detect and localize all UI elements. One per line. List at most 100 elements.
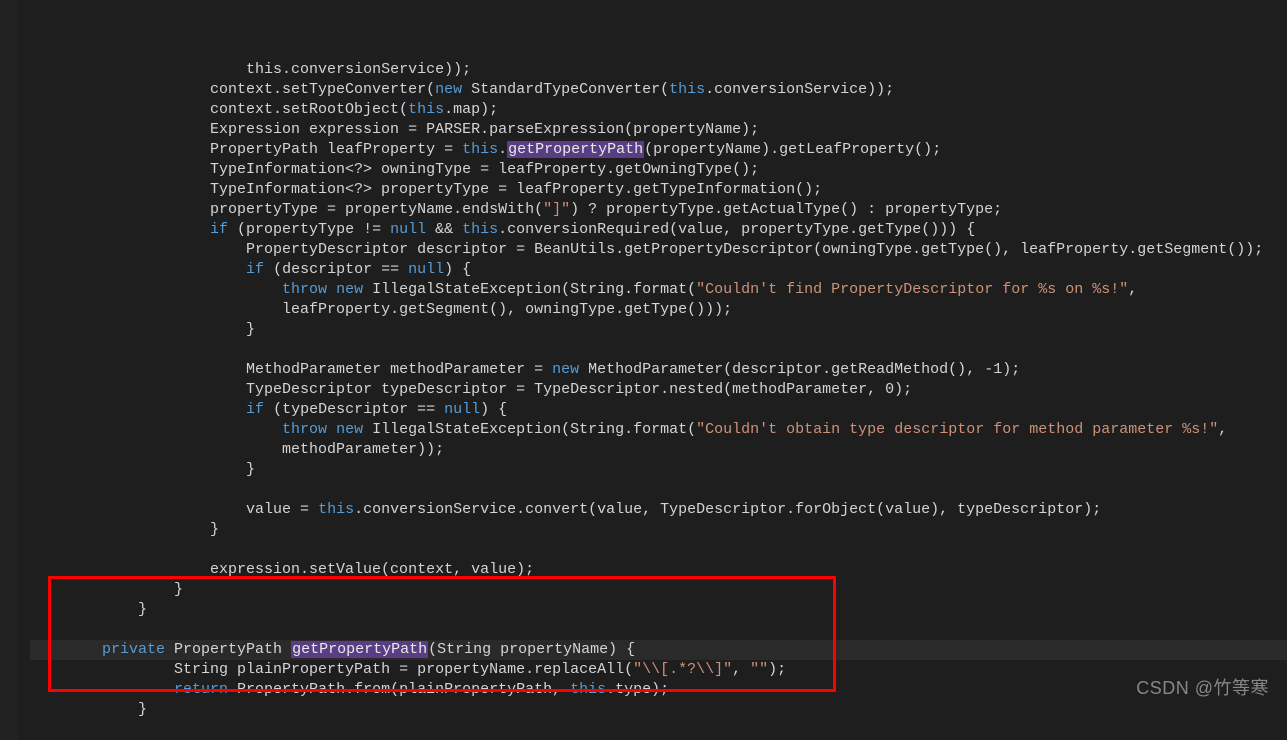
code-token: if — [246, 261, 264, 278]
code-line[interactable]: return PropertyPath.from(plainPropertyPa… — [30, 680, 1287, 700]
code-token: new — [336, 421, 363, 438]
code-token: this — [669, 81, 705, 98]
code-token: ); — [768, 661, 786, 678]
code-token: . — [498, 141, 507, 158]
code-token: IllegalStateException(String.format( — [363, 281, 696, 298]
code-line[interactable]: propertyType = propertyName.endsWith("]"… — [30, 200, 1287, 220]
code-token: IllegalStateException(String.format( — [363, 421, 696, 438]
code-token: (propertyName).getLeafProperty(); — [644, 141, 941, 158]
code-token: propertyType = propertyName.endsWith( — [210, 201, 543, 218]
code-line[interactable]: if (descriptor == null) { — [30, 260, 1287, 280]
code-token: "" — [750, 661, 768, 678]
code-token: } — [246, 461, 255, 478]
code-token: StandardTypeConverter( — [462, 81, 669, 98]
code-line[interactable]: PropertyPath leafProperty = this.getProp… — [30, 140, 1287, 160]
code-token: Expression expression = PARSER.parseExpr… — [210, 121, 759, 138]
code-token: MethodParameter methodParameter = — [246, 361, 552, 378]
code-line[interactable]: MethodParameter methodParameter = new Me… — [30, 360, 1287, 380]
code-line[interactable]: } — [30, 700, 1287, 720]
code-token: this — [318, 501, 354, 518]
code-token: private — [102, 641, 165, 658]
code-token: "]" — [543, 201, 570, 218]
code-line[interactable]: context.setRootObject(this.map); — [30, 100, 1287, 120]
code-token: } — [246, 321, 255, 338]
code-token — [327, 421, 336, 438]
code-line[interactable]: } — [30, 580, 1287, 600]
code-token: , — [1218, 421, 1227, 438]
code-line[interactable]: TypeInformation<?> propertyType = leafPr… — [30, 180, 1287, 200]
code-line[interactable]: throw new IllegalStateException(String.f… — [30, 280, 1287, 300]
code-token: null — [408, 261, 444, 278]
code-token: this — [408, 101, 444, 118]
code-token: this.conversionService)); — [246, 61, 471, 78]
code-line[interactable]: private PropertyPath getPropertyPath(Str… — [30, 640, 1287, 660]
code-line[interactable]: Expression expression = PARSER.parseExpr… — [30, 120, 1287, 140]
code-token: } — [138, 601, 147, 618]
code-line[interactable]: String plainPropertyPath = propertyName.… — [30, 660, 1287, 680]
code-token: ) { — [444, 261, 471, 278]
code-token: return — [174, 681, 228, 698]
code-line[interactable]: context.setTypeConverter(new StandardTyp… — [30, 80, 1287, 100]
code-line[interactable]: PropertyDescriptor descriptor = BeanUtil… — [30, 240, 1287, 260]
code-token: ) { — [480, 401, 507, 418]
code-line[interactable]: if (propertyType != null && this.convers… — [30, 220, 1287, 240]
code-token: expression.setValue(context, value); — [210, 561, 534, 578]
code-line[interactable]: } — [30, 460, 1287, 480]
code-line[interactable]: expression.setValue(context, value); — [30, 560, 1287, 580]
code-line[interactable] — [30, 340, 1287, 360]
code-line[interactable]: if (typeDescriptor == null) { — [30, 400, 1287, 420]
code-editor[interactable]: this.conversionService)); context.setTyp… — [0, 0, 1287, 740]
code-token: "\\[.*?\\]" — [633, 661, 732, 678]
code-token: getPropertyPath — [291, 641, 428, 658]
code-token: this — [462, 141, 498, 158]
code-token: this — [462, 221, 498, 238]
code-line[interactable] — [30, 480, 1287, 500]
code-token: } — [210, 521, 219, 538]
code-token: (propertyType != — [228, 221, 390, 238]
code-token: new — [552, 361, 579, 378]
code-line[interactable]: methodParameter)); — [30, 440, 1287, 460]
code-token: && — [426, 221, 462, 238]
code-line[interactable]: TypeDescriptor typeDescriptor = TypeDesc… — [30, 380, 1287, 400]
code-token: "Couldn't find PropertyDescriptor for %s… — [696, 281, 1128, 298]
code-line[interactable]: this.conversionService)); — [30, 60, 1287, 80]
code-token: , — [1128, 281, 1137, 298]
code-content[interactable]: this.conversionService)); context.setTyp… — [30, 60, 1287, 720]
code-token: TypeInformation<?> owningType = leafProp… — [210, 161, 759, 178]
editor-gutter — [0, 0, 18, 740]
code-token: "Couldn't obtain type descriptor for met… — [696, 421, 1218, 438]
code-token: TypeInformation<?> propertyType = leafPr… — [210, 181, 822, 198]
code-token: (descriptor == — [264, 261, 408, 278]
code-line[interactable] — [30, 540, 1287, 560]
code-token: .type); — [606, 681, 669, 698]
code-line[interactable]: TypeInformation<?> owningType = leafProp… — [30, 160, 1287, 180]
code-line[interactable]: throw new IllegalStateException(String.f… — [30, 420, 1287, 440]
code-token: (typeDescriptor == — [264, 401, 444, 418]
code-token: null — [390, 221, 426, 238]
code-token: PropertyPath — [165, 641, 291, 658]
code-token: value = — [246, 501, 318, 518]
code-token: context.setRootObject( — [210, 101, 408, 118]
code-line[interactable]: value = this.conversionService.convert(v… — [30, 500, 1287, 520]
code-token — [327, 281, 336, 298]
code-token: this — [570, 681, 606, 698]
code-token: methodParameter)); — [282, 441, 444, 458]
code-token: .conversionService)); — [705, 81, 894, 98]
watermark-text: CSDN @竹等寒 — [1136, 678, 1269, 698]
code-token: new — [336, 281, 363, 298]
code-token: context.setTypeConverter( — [210, 81, 435, 98]
code-line[interactable]: } — [30, 520, 1287, 540]
code-token: throw — [282, 281, 327, 298]
code-token: null — [444, 401, 480, 418]
code-token: } — [174, 581, 183, 598]
code-token: if — [246, 401, 264, 418]
code-token: .conversionRequired(value, propertyType.… — [498, 221, 975, 238]
code-line[interactable]: } — [30, 600, 1287, 620]
code-token: new — [435, 81, 462, 98]
code-token: leafProperty.getSegment(), owningType.ge… — [282, 301, 732, 318]
code-token: MethodParameter(descriptor.getReadMethod… — [579, 361, 1020, 378]
code-line[interactable] — [30, 620, 1287, 640]
code-line[interactable]: leafProperty.getSegment(), owningType.ge… — [30, 300, 1287, 320]
code-line[interactable]: } — [30, 320, 1287, 340]
code-token: PropertyDescriptor descriptor = BeanUtil… — [246, 241, 1263, 258]
